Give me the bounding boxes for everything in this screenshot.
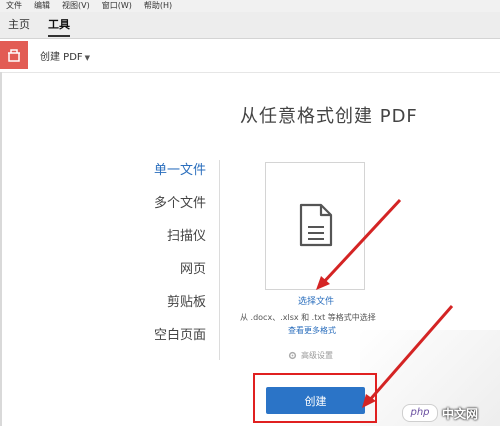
create-pdf-icon[interactable] [0,41,28,69]
more-formats-link[interactable]: 查看更多格式 [288,325,336,336]
select-file-link[interactable]: 选择文件 [266,294,366,307]
source-option-list: 单一文件 多个文件 扫描仪 网页 剪贴板 空白页面 [110,160,206,358]
option-web-page[interactable]: 网页 [110,259,206,292]
advanced-settings[interactable]: 高级设置 [288,350,333,361]
chevron-down-icon: ▼ [84,54,91,62]
option-blank-page[interactable]: 空白页面 [110,325,206,358]
file-drop-card[interactable] [265,162,365,290]
formats-hint: 从 .docx、.xlsx 和 .txt 等格式中选择 [240,313,376,322]
option-clipboard[interactable]: 剪贴板 [110,292,206,325]
page-title: 从任意格式创建 PDF [240,106,418,127]
create-pdf-label: 创建 PDF [40,52,83,63]
advanced-settings-label: 高级设置 [301,351,333,360]
document-icon [299,203,333,247]
watermark-logo: php [402,404,438,422]
menu-window[interactable]: 窗口(W) [96,0,138,12]
left-panel-edge [0,72,2,426]
tab-home[interactable]: 主页 [8,17,30,33]
tab-tools[interactable]: 工具 [48,17,70,37]
menu-view[interactable]: 视图(V) [56,0,96,12]
watermark-text: 中文网 [442,406,479,421]
create-pdf-dropdown[interactable]: 创建 PDF ▼ [40,48,90,63]
vertical-divider [219,160,220,360]
menu-bar: 文件 编辑 视图(V) 窗口(W) 帮助(H) [0,0,500,12]
menu-edit[interactable]: 编辑 [28,0,56,12]
toolbar: 创建 PDF ▼ [0,39,500,73]
menu-help[interactable]: 帮助(H) [138,0,178,12]
gear-icon [288,351,297,360]
annotation-highlight-box [253,373,377,423]
watermark: php 中文网 [402,404,478,422]
option-multiple-files[interactable]: 多个文件 [110,193,206,226]
tab-bar: 主页 工具 [0,12,500,39]
option-single-file[interactable]: 单一文件 [110,160,206,193]
menu-file[interactable]: 文件 [0,0,28,12]
option-scanner[interactable]: 扫描仪 [110,226,206,259]
